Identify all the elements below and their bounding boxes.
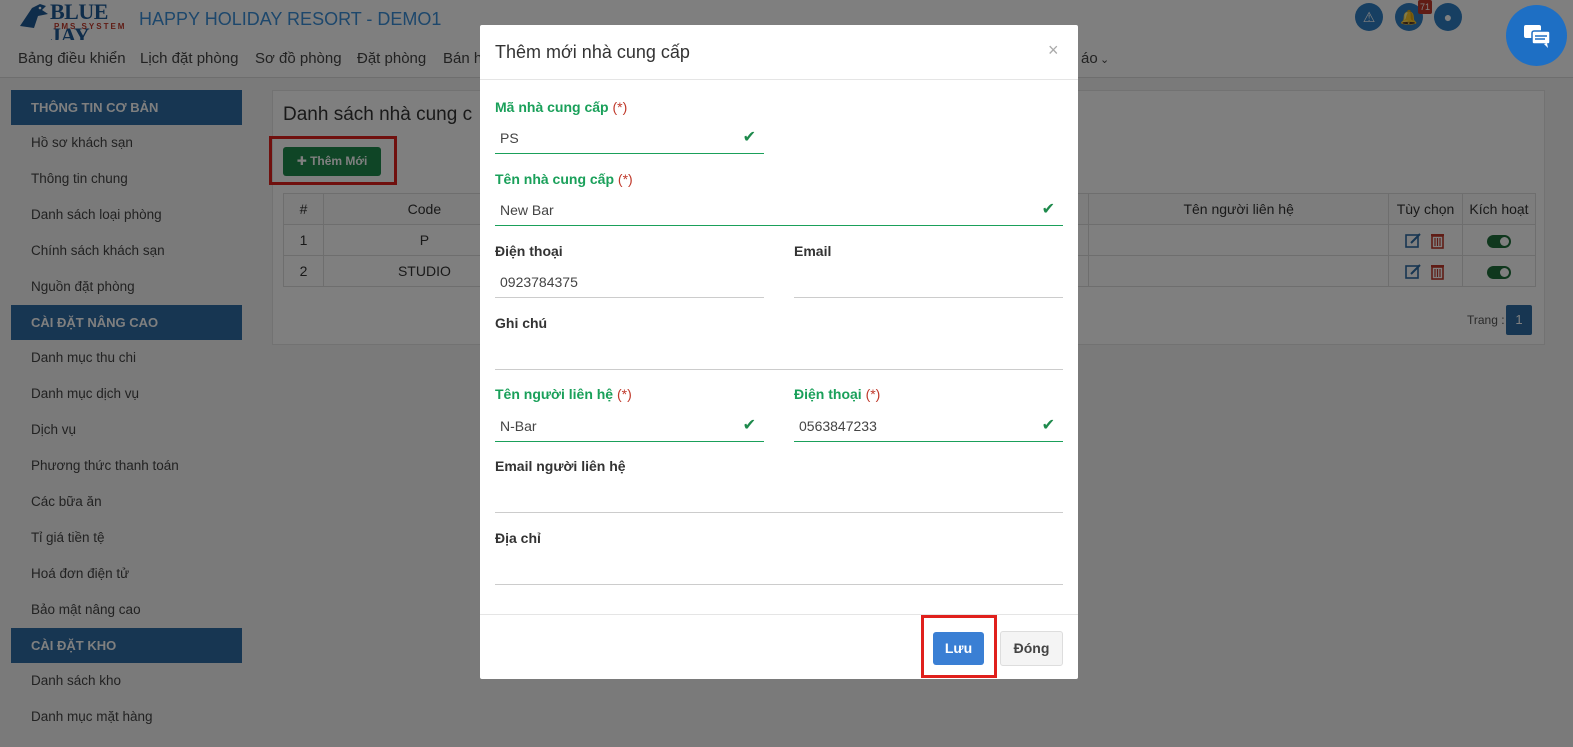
supplier-code-value: PS bbox=[500, 130, 519, 146]
contact-phone-label: Điện thoại (*) bbox=[794, 386, 880, 402]
close-button[interactable]: Đóng bbox=[1000, 631, 1063, 666]
check-icon: ✔ bbox=[1041, 417, 1055, 434]
chat-icon bbox=[1524, 25, 1551, 48]
contact-email-label: Email người liên hệ bbox=[495, 458, 626, 474]
check-icon: ✔ bbox=[742, 417, 756, 434]
required-mark: (*) bbox=[617, 171, 633, 187]
contact-phone-label-text: Điện thoại bbox=[794, 386, 862, 402]
supplier-name-field[interactable]: New Bar ✔ bbox=[495, 194, 1063, 226]
email-label: Email bbox=[794, 243, 832, 259]
email-field[interactable] bbox=[794, 266, 1063, 298]
supplier-code-label: Mã nhà cung cấp (*) bbox=[495, 99, 627, 115]
contact-email-field[interactable] bbox=[495, 481, 1063, 513]
contact-phone-value: 0563847233 bbox=[799, 418, 877, 434]
chat-widget[interactable] bbox=[1506, 5, 1567, 66]
close-icon[interactable]: × bbox=[1048, 40, 1059, 61]
highlight-box bbox=[921, 615, 997, 678]
contact-name-label-text: Tên người liên hệ bbox=[495, 386, 614, 402]
contact-name-label: Tên người liên hệ (*) bbox=[495, 386, 632, 402]
contact-name-field[interactable]: N-Bar ✔ bbox=[495, 410, 764, 442]
check-icon: ✔ bbox=[742, 129, 756, 146]
note-label: Ghi chú bbox=[495, 315, 548, 331]
contact-phone-field[interactable]: 0563847233 ✔ bbox=[794, 410, 1063, 442]
address-field[interactable] bbox=[495, 553, 1063, 585]
add-supplier-modal: Thêm mới nhà cung cấp × Mã nhà cung cấp … bbox=[480, 25, 1078, 679]
supplier-code-field[interactable]: PS ✔ bbox=[495, 122, 764, 154]
note-field[interactable] bbox=[495, 338, 1063, 370]
phone-value: 0923784375 bbox=[500, 274, 578, 290]
required-mark: (*) bbox=[617, 386, 632, 402]
supplier-name-value: New Bar bbox=[500, 202, 554, 218]
address-label: Địa chỉ bbox=[495, 530, 541, 546]
phone-field[interactable]: 0923784375 bbox=[495, 266, 764, 298]
modal-footer: Lưu Đóng bbox=[480, 614, 1078, 679]
required-mark: (*) bbox=[612, 99, 628, 115]
phone-label: Điện thoại bbox=[495, 243, 563, 259]
required-mark: (*) bbox=[865, 386, 881, 402]
check-icon: ✔ bbox=[1041, 201, 1055, 218]
contact-name-value: N-Bar bbox=[500, 418, 537, 434]
modal-title: Thêm mới nhà cung cấp bbox=[495, 42, 690, 62]
supplier-code-label-text: Mã nhà cung cấp bbox=[495, 99, 609, 115]
modal-header: Thêm mới nhà cung cấp × bbox=[480, 25, 1078, 80]
supplier-name-label: Tên nhà cung cấp (*) bbox=[495, 171, 633, 187]
supplier-name-label-text: Tên nhà cung cấp bbox=[495, 171, 615, 187]
